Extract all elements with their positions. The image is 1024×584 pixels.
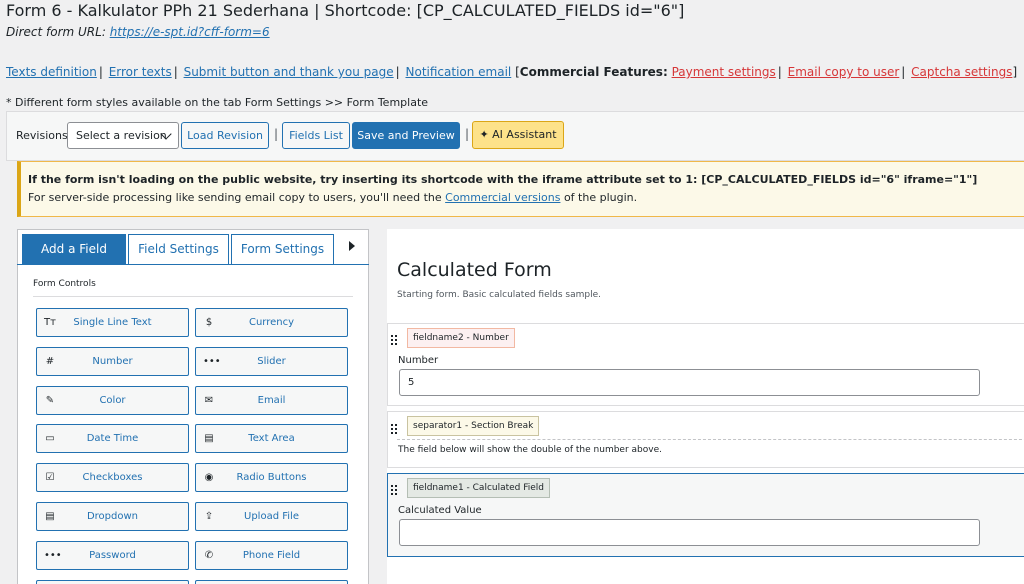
link-separator: | (395, 65, 400, 79)
link-separator: | (777, 65, 782, 79)
captcha-settings-link[interactable]: Captcha settings (911, 65, 1012, 79)
control-button[interactable]: ••• Slider (195, 347, 348, 376)
save-and-preview-button[interactable]: Save and Preview (352, 122, 460, 149)
email-copy-link[interactable]: Email copy to user (788, 65, 900, 79)
field-label: Number (398, 355, 439, 366)
tab-add-field[interactable]: Add a Field (22, 234, 126, 264)
control-label: Text Area (248, 433, 295, 444)
direct-url-label: Direct form URL: (6, 25, 106, 39)
link-separator: | (98, 65, 103, 79)
form-title: Calculated Form (397, 259, 552, 281)
ai-assistant-label: AI Assistant (492, 128, 557, 141)
drag-handle-icon[interactable] (391, 485, 397, 495)
control-label: Number (92, 356, 133, 367)
settings-links-bar: Texts definition | Error texts | Submit bu… (6, 65, 1017, 79)
tab-scroll-right-icon[interactable] (349, 241, 355, 251)
submit-button-link[interactable]: Submit button and thank you page (184, 65, 394, 79)
section-divider (397, 439, 1024, 440)
control-button[interactable] (36, 580, 189, 584)
commercial-notice-prefix: For server-side processing like sending … (28, 191, 442, 204)
field-tag: separator1 - Section Break (407, 416, 540, 436)
control-button[interactable]: ✎ Color (36, 386, 189, 415)
revisions-label: Revisions (16, 129, 68, 142)
control-button[interactable]: ▤ Text Area (195, 424, 348, 453)
direct-url-link[interactable]: https://e-spt.id?cff-form=6 (110, 25, 270, 39)
tab-field-settings[interactable]: Field Settings (128, 234, 229, 264)
form-description: Starting form. Basic calculated fields s… (397, 290, 601, 300)
control-button[interactable]: ✉ Email (195, 386, 348, 415)
payment-settings-link[interactable]: Payment settings (672, 65, 776, 79)
control-label: Slider (257, 356, 286, 367)
control-button[interactable]: ☑ Checkboxes (36, 463, 189, 492)
control-label: Color (99, 395, 126, 406)
number-input[interactable]: 5 (399, 369, 980, 396)
control-label: Currency (248, 317, 295, 328)
commercial-versions-link[interactable]: Commercial versions (445, 191, 560, 204)
commercial-notice-text: For server-side processing like sending … (28, 191, 637, 204)
calculated-value-input[interactable] (399, 519, 980, 546)
control-button[interactable]: ▭ Date Time (36, 424, 189, 453)
toolbar-separator: | (274, 127, 279, 141)
control-label: Dropdown (86, 511, 139, 522)
control-label: Radio Buttons (236, 472, 307, 483)
fields-list-button[interactable]: Fields List (282, 122, 350, 149)
tab-underline (17, 264, 369, 265)
control-label: Upload File (244, 511, 299, 522)
field-tag: fieldname2 - Number (407, 328, 515, 348)
section-break-text: The field below will show the double of … (398, 445, 662, 455)
iframe-notice-text: If the form isn't loading on the public … (28, 173, 978, 186)
toolbar-separator: | (465, 127, 470, 141)
direct-url-line: Direct form URL: https://e-spt.id?cff-fo… (6, 25, 270, 39)
control-label: Phone Field (242, 550, 301, 561)
control-label: Single Line Text (73, 317, 152, 328)
control-label: Checkboxes (82, 472, 143, 483)
control-button[interactable]: ••• Password (36, 541, 189, 570)
control-button[interactable]: $ Currency (195, 308, 348, 337)
field-label: Calculated Value (398, 505, 482, 516)
link-separator: | (901, 65, 906, 79)
control-label: Password (89, 550, 136, 561)
drag-handle-icon[interactable] (391, 424, 397, 434)
commercial-features-label: Commercial Features: (519, 65, 668, 79)
revision-select-value: Select a revision (76, 129, 167, 142)
control-label: Date Time (86, 433, 139, 444)
field-tag: fieldname1 - Calculated Field (407, 478, 551, 498)
form-controls-heading: Form Controls (33, 279, 96, 289)
control-button[interactable] (195, 580, 348, 584)
notification-email-link[interactable]: Notification email (406, 65, 512, 79)
ai-assistant-button[interactable]: ✦ AI Assistant (472, 121, 564, 149)
control-button[interactable]: ⇪ Upload File (195, 502, 348, 531)
revision-select[interactable]: Select a revision (67, 122, 179, 149)
control-label: Email (257, 395, 286, 406)
texts-definition-link[interactable]: Texts definition (6, 65, 97, 79)
sparkle-icon: ✦ (479, 128, 489, 141)
page-title: Form 6 - Kalkulator PPh 21 Sederhana | S… (6, 1, 685, 20)
control-button[interactable]: # Number (36, 347, 189, 376)
link-separator: | (173, 65, 178, 79)
control-button[interactable]: ◉ Radio Buttons (195, 463, 348, 492)
divider (33, 296, 353, 297)
error-texts-link[interactable]: Error texts (109, 65, 172, 79)
control-button[interactable]: ▤ Dropdown (36, 502, 189, 531)
commercial-close-bracket: ] (1012, 65, 1018, 79)
control-button[interactable]: Tт Single Line Text (36, 308, 189, 337)
load-revision-button[interactable]: Load Revision (181, 122, 269, 149)
commercial-notice-suffix: of the plugin. (563, 191, 638, 204)
tab-form-settings[interactable]: Form Settings (231, 234, 334, 264)
form-styles-note: * Different form styles available on the… (6, 96, 429, 109)
drag-handle-icon[interactable] (391, 335, 397, 345)
control-button[interactable]: ✆ Phone Field (195, 541, 348, 570)
iframe-notice (17, 161, 1024, 217)
